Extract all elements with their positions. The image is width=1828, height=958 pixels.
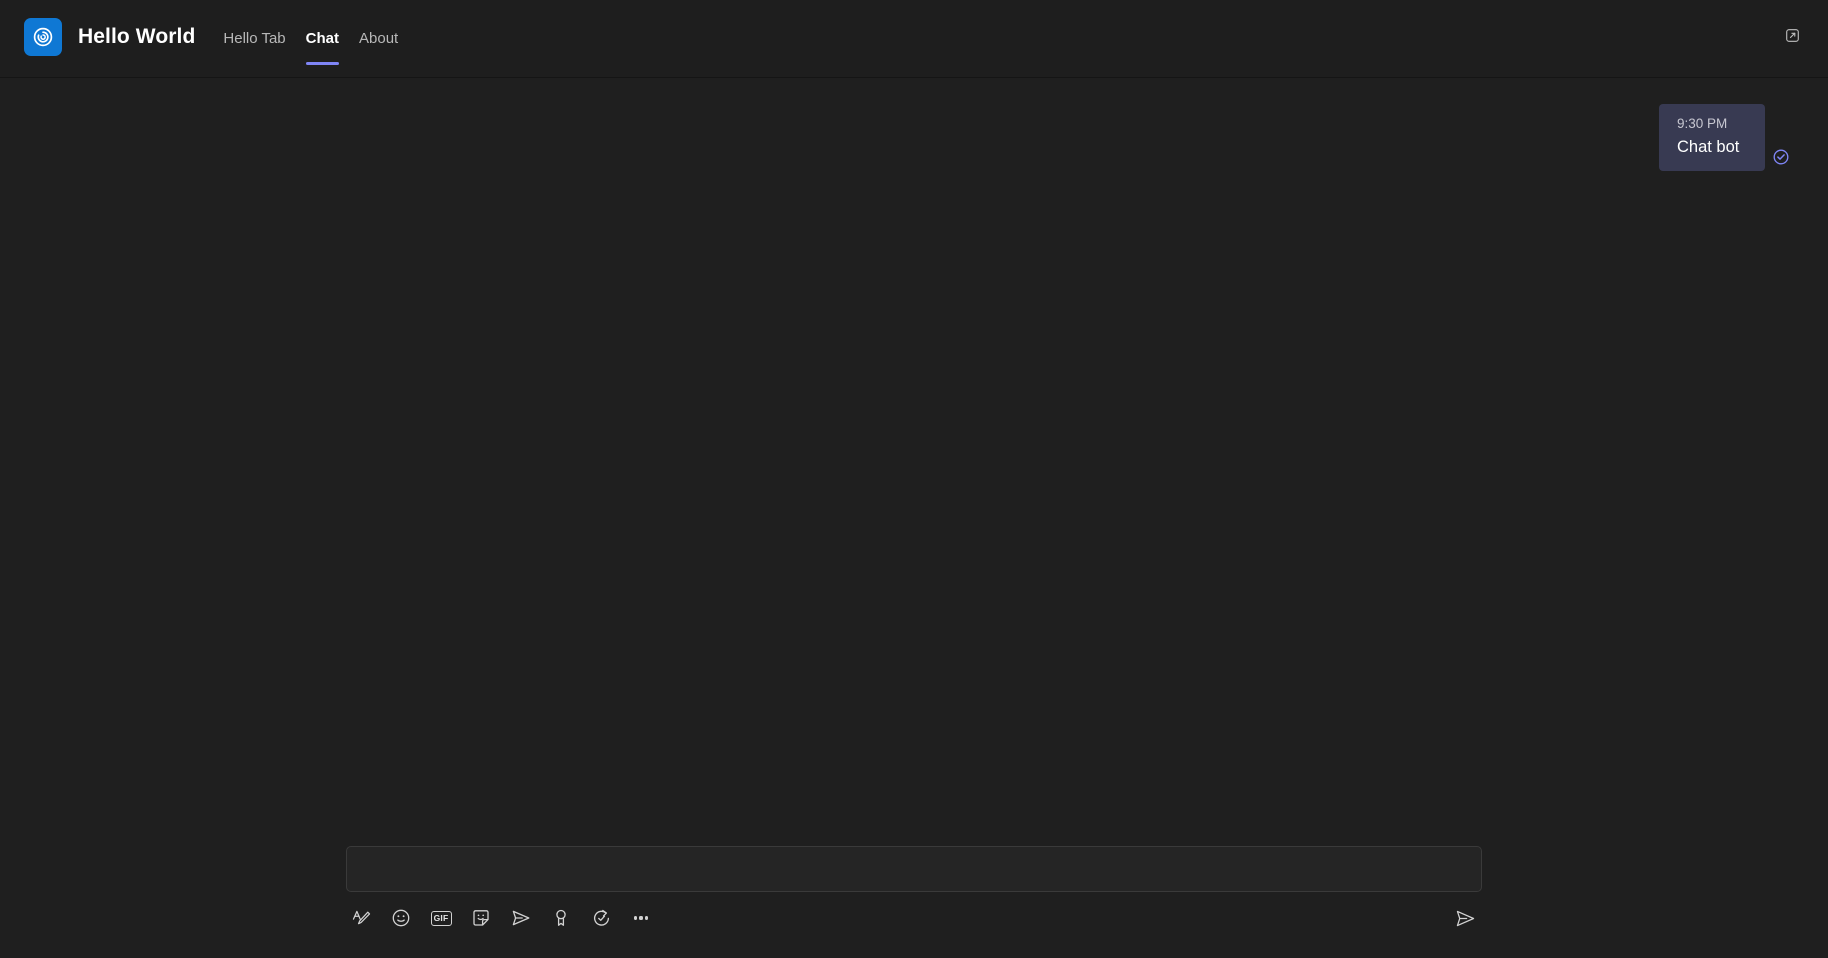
app-window: Hello World Hello Tab Chat About 9:30 PM… xyxy=(0,0,1828,958)
tab-about[interactable]: About xyxy=(349,0,408,77)
message-group-outgoing: 9:30 PM Chat bot xyxy=(1659,104,1790,171)
chat-message-bubble[interactable]: 9:30 PM Chat bot xyxy=(1659,104,1765,171)
header-actions xyxy=(1776,0,1828,70)
ellipsis-glyph xyxy=(633,916,649,920)
composer-tools: GIF xyxy=(346,903,656,933)
header-branding: Hello World xyxy=(24,0,195,72)
tab-strip: Hello Tab Chat About xyxy=(213,0,408,77)
stream-icon[interactable] xyxy=(506,903,536,933)
tab-chat[interactable]: Chat xyxy=(296,0,349,77)
praise-icon[interactable] xyxy=(546,903,576,933)
message-row: 9:30 PM Chat bot xyxy=(0,104,1828,171)
more-options-icon[interactable] xyxy=(626,903,656,933)
app-header: Hello World Hello Tab Chat About xyxy=(0,0,1828,78)
sticker-icon[interactable] xyxy=(466,903,496,933)
tab-about-label: About xyxy=(359,30,399,47)
composer-inner: GIF xyxy=(346,846,1482,942)
message-input-container[interactable] xyxy=(346,846,1482,892)
page-title: Hello World xyxy=(78,25,196,48)
message-input[interactable] xyxy=(361,847,1467,891)
tab-hello-tab[interactable]: Hello Tab xyxy=(213,0,295,77)
tab-chat-label: Chat xyxy=(305,30,339,47)
composer-toolbar: GIF xyxy=(346,894,1482,942)
sent-check-icon xyxy=(1772,148,1790,166)
message-timestamp: 9:30 PM xyxy=(1677,116,1728,131)
composer-send-area xyxy=(1448,903,1482,933)
gif-label: GIF xyxy=(430,910,452,926)
hello-world-app-icon xyxy=(24,18,62,56)
gif-icon[interactable]: GIF xyxy=(426,903,456,933)
chat-message-list: 9:30 PM Chat bot xyxy=(0,78,1828,846)
send-message-button[interactable] xyxy=(1448,903,1482,933)
tab-underline-active xyxy=(305,62,339,65)
emoji-icon[interactable] xyxy=(386,903,416,933)
popout-window-button[interactable] xyxy=(1776,19,1808,51)
message-composer: GIF xyxy=(0,846,1828,958)
loop-icon[interactable] xyxy=(586,903,616,933)
format-text-icon[interactable] xyxy=(346,903,376,933)
message-text: Chat bot xyxy=(1677,137,1740,156)
tab-hello-tab-label: Hello Tab xyxy=(223,30,286,47)
